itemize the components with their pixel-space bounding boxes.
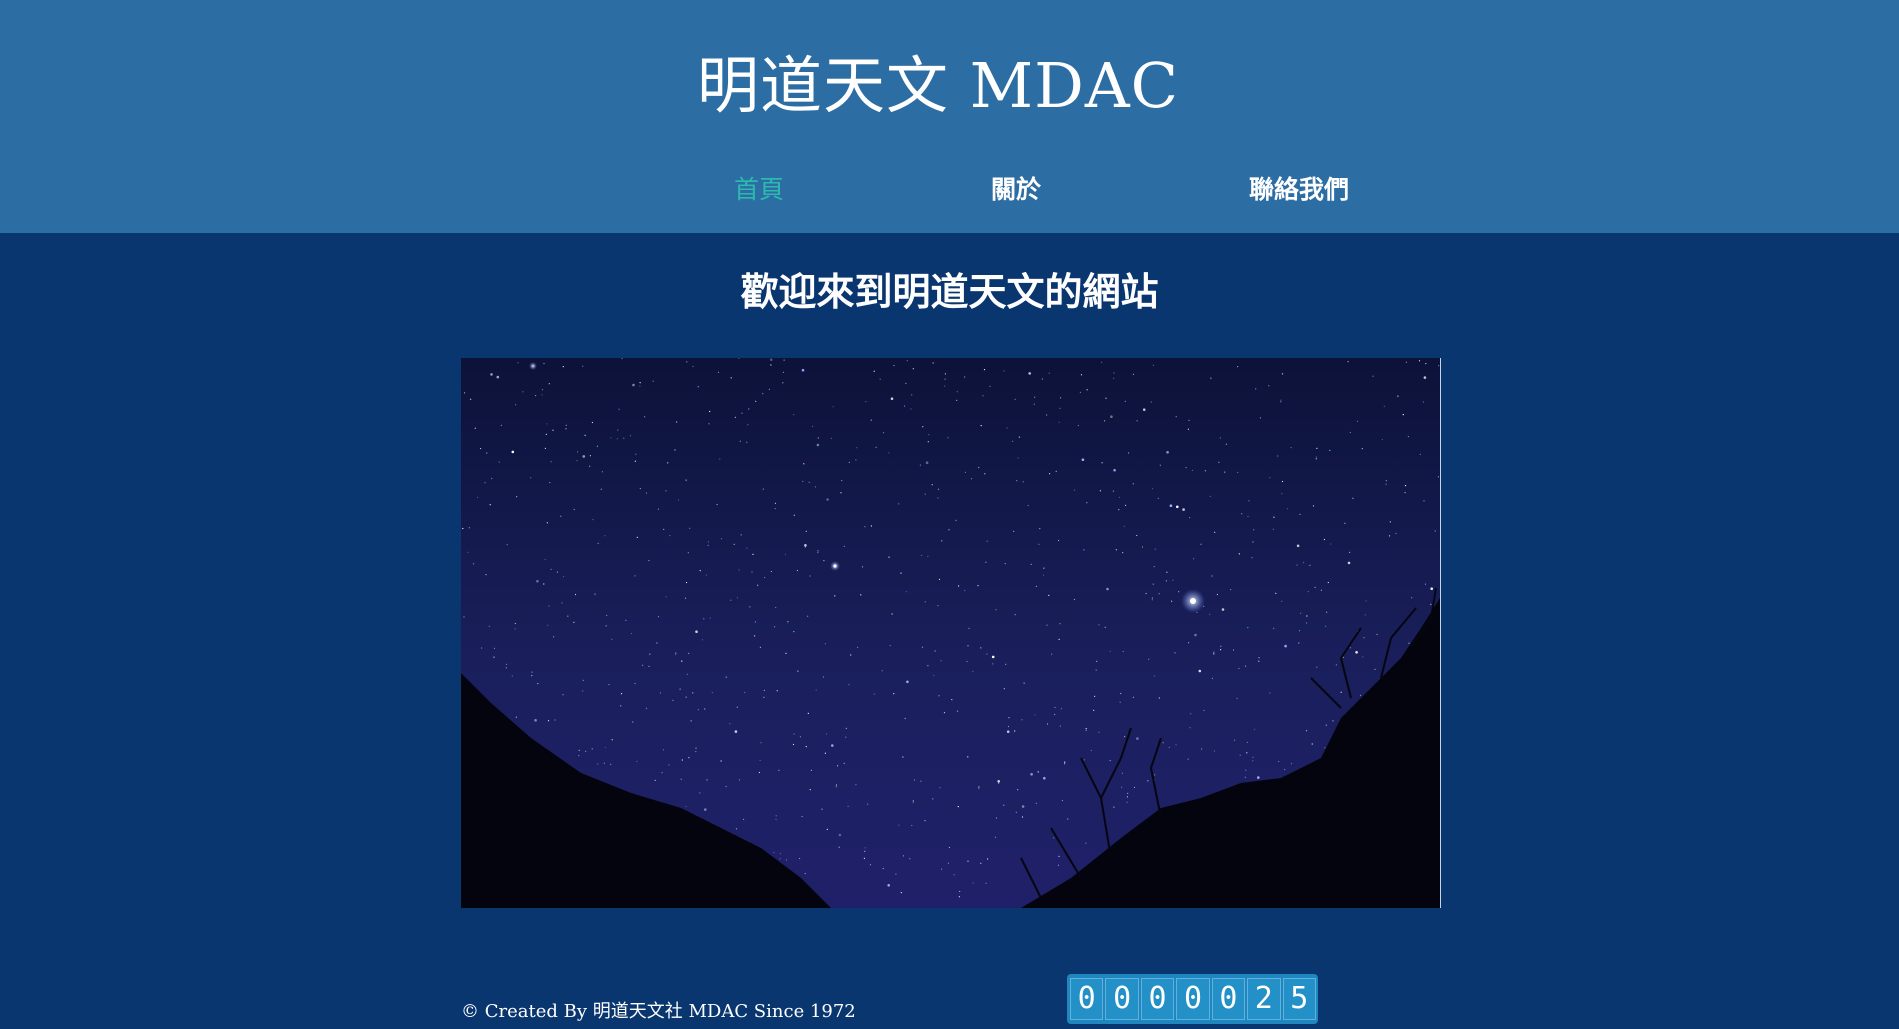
counter-digit: 0 xyxy=(1140,978,1175,1020)
page: 明道天文 MDAC 首頁 關於 聯絡我們 歡迎來到明道天文的網站 © Creat… xyxy=(0,0,1899,1029)
hero-starry-sky-image xyxy=(461,358,1441,908)
counter-digit: 0 xyxy=(1176,978,1210,1020)
main-nav: 首頁 關於 聯絡我們 xyxy=(0,168,1899,212)
welcome-heading: 歡迎來到明道天文的網站 xyxy=(740,269,1159,314)
nav-item-home[interactable]: 首頁 xyxy=(734,168,784,212)
nav-item-contact[interactable]: 聯絡我們 xyxy=(1249,168,1349,212)
visitor-counter: 0 0 0 0 0 2 5 xyxy=(1067,974,1318,1024)
counter-digit: 5 xyxy=(1282,978,1316,1020)
nav-item-about[interactable]: 關於 xyxy=(991,168,1041,212)
counter-digit: 0 xyxy=(1070,978,1104,1020)
footer-copyright: © Created By 明道天文社 MDAC Since 1972 xyxy=(461,1001,856,1022)
counter-digit: 2 xyxy=(1247,978,1281,1020)
site-title: 明道天文 MDAC xyxy=(696,49,1180,122)
site-header: 明道天文 MDAC 首頁 關於 聯絡我們 xyxy=(0,0,1899,233)
counter-digit: 0 xyxy=(1105,978,1139,1020)
counter-digit: 0 xyxy=(1211,978,1246,1020)
